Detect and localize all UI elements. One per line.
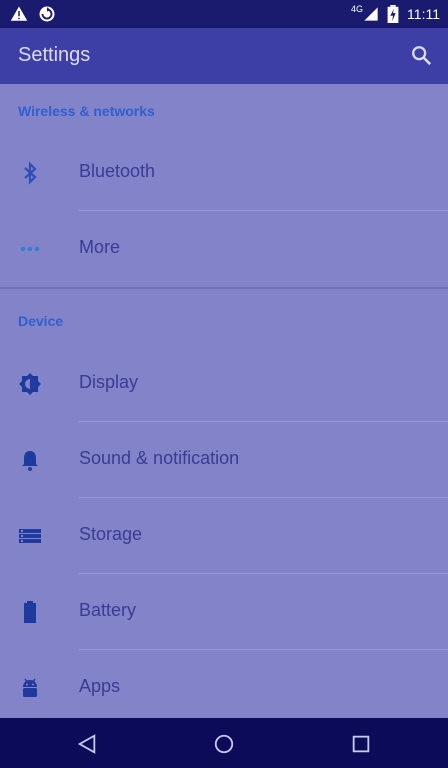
device-section: Device Display Sound & notification Stor…: [0, 289, 448, 718]
settings-item-label: Bluetooth: [79, 161, 156, 181]
signal-icon: [363, 6, 379, 22]
back-icon[interactable]: [76, 733, 98, 760]
bluetooth-icon: [18, 161, 42, 185]
storage-icon: [18, 524, 42, 548]
bell-icon: [18, 448, 42, 472]
battery-icon: [18, 600, 42, 624]
settings-item-more[interactable]: More: [0, 211, 448, 287]
page-title: Settings: [18, 44, 91, 66]
section-header-wireless: Wireless & networks: [18, 103, 155, 119]
display-icon: [18, 372, 42, 396]
navigation-bar: [0, 718, 448, 768]
settings-item-sound[interactable]: Sound & notification: [0, 422, 448, 498]
recents-icon[interactable]: [350, 733, 372, 760]
settings-item-label: Display: [79, 372, 139, 392]
android-icon: [18, 676, 42, 700]
network-type: 4G: [351, 4, 364, 14]
settings-item-label: More: [79, 237, 121, 257]
status-bar: 4G 11:11: [0, 0, 448, 28]
search-icon[interactable]: [410, 44, 432, 71]
settings-item-apps[interactable]: Apps: [0, 650, 448, 726]
sync-icon: [38, 5, 56, 23]
clock-time: 11:11: [407, 6, 440, 22]
battery-charging-icon: [387, 5, 399, 23]
settings-item-battery[interactable]: Battery: [0, 574, 448, 650]
settings-item-storage[interactable]: Storage: [0, 498, 448, 574]
settings-item-bluetooth[interactable]: Bluetooth: [0, 135, 448, 211]
settings-item-label: Storage: [79, 524, 143, 544]
settings-item-display[interactable]: Display: [0, 346, 448, 422]
app-bar: Settings: [0, 28, 448, 84]
warning-icon: [10, 5, 28, 23]
home-icon[interactable]: [213, 733, 235, 760]
settings-item-label: Sound & notification: [79, 448, 240, 468]
wireless-section: Wireless & networks Bluetooth More: [0, 84, 448, 288]
section-header-device: Device: [18, 313, 64, 329]
settings-item-label: Battery: [79, 600, 137, 620]
more-icon: [18, 237, 42, 261]
settings-item-label: Apps: [79, 676, 121, 696]
